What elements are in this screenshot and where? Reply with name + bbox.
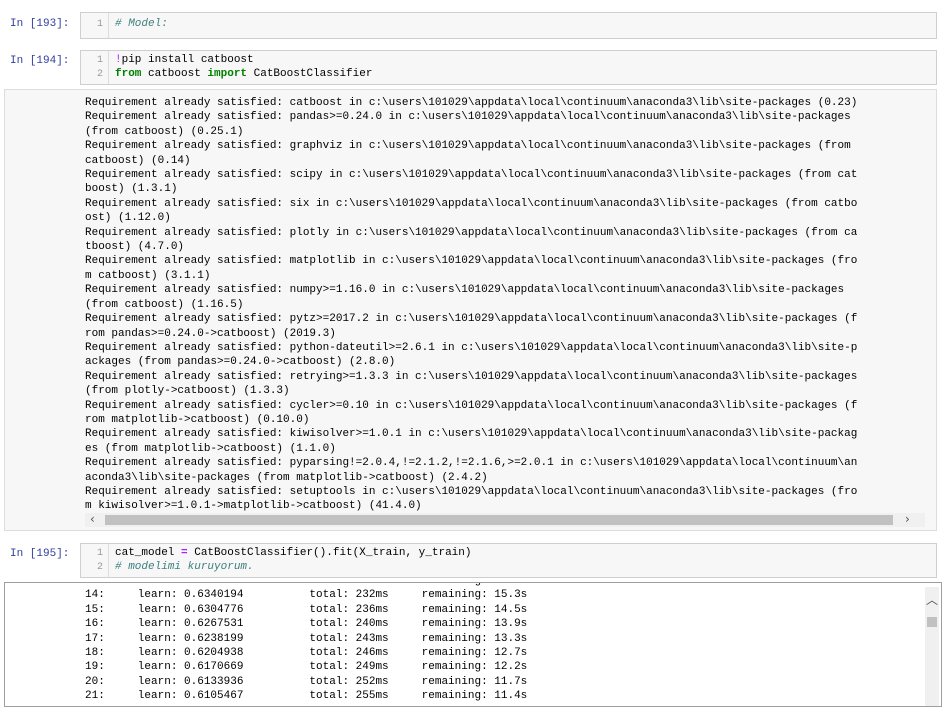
code-line: from catboost import CatBoostClassifier — [115, 68, 372, 80]
scroll-left-icon[interactable]: ‹ — [90, 512, 95, 526]
vertical-scrollbar[interactable]: ︿ — [925, 587, 939, 706]
cell-prompt: In [193]: — [10, 18, 70, 30]
scroll-up-icon[interactable]: ︿ — [926, 591, 938, 608]
code-text: CatBoostClassifier().fit(X_train, y_trai… — [187, 547, 472, 559]
line-number: 1 — [96, 548, 103, 559]
shell-escape: ! — [115, 54, 122, 66]
code-text: CatBoostClassifier — [247, 68, 373, 80]
code-line: # modelimi kuruyorum. — [115, 561, 254, 573]
cell-output[interactable]: Requirement already satisfied: catboost … — [4, 89, 937, 531]
output-text: Requirement already satisfied: catboost … — [85, 97, 858, 513]
code-text: cat_model — [115, 547, 182, 559]
output-text: 13: learn: 0.6374509 total: 229ms remain… — [85, 583, 528, 703]
line-number: 2 — [96, 69, 103, 80]
code-text: catboost — [141, 68, 208, 80]
scroll-right-icon[interactable]: › — [905, 512, 910, 526]
line-gutter: 1 — [81, 13, 109, 38]
code-cell-194[interactable]: In [194]: 1 2 !pip install catboost from… — [0, 50, 946, 535]
scrollbar-thumb[interactable] — [927, 617, 937, 627]
code-editor[interactable]: 1 2 cat_model = CatBoostClassifier().fit… — [80, 543, 937, 578]
code-line: cat_model = CatBoostClassifier().fit(X_t… — [115, 547, 471, 559]
code-line: !pip install catboost — [115, 54, 254, 66]
line-number: 1 — [96, 55, 103, 66]
line-number: 1 — [96, 19, 103, 30]
scrollbar-thumb[interactable] — [105, 515, 893, 525]
cell-prompt: In [194]: — [10, 55, 70, 67]
code-cell-193[interactable]: In [193]: 1 # Model: — [0, 12, 946, 40]
operator: = — [181, 547, 188, 559]
keyword: import — [207, 68, 248, 80]
code-line: # Model: — [115, 18, 168, 30]
line-number: 2 — [96, 562, 103, 573]
code-editor[interactable]: 1 2 !pip install catboost from catboost … — [80, 50, 937, 85]
cell-prompt: In [195]: — [10, 548, 70, 560]
code-cell-195[interactable]: In [195]: 1 2 cat_model = CatBoostClassi… — [0, 543, 946, 707]
line-gutter: 1 2 — [81, 544, 109, 577]
scrolled-output[interactable]: 13: learn: 0.6374509 total: 229ms remain… — [4, 582, 942, 707]
code-text: pip install catboost — [121, 54, 254, 66]
code-editor[interactable]: 1 # Model: — [80, 12, 937, 39]
keyword: from — [115, 68, 142, 80]
line-gutter: 1 2 — [81, 51, 109, 84]
horizontal-scrollbar[interactable]: ‹ › — [85, 512, 925, 527]
